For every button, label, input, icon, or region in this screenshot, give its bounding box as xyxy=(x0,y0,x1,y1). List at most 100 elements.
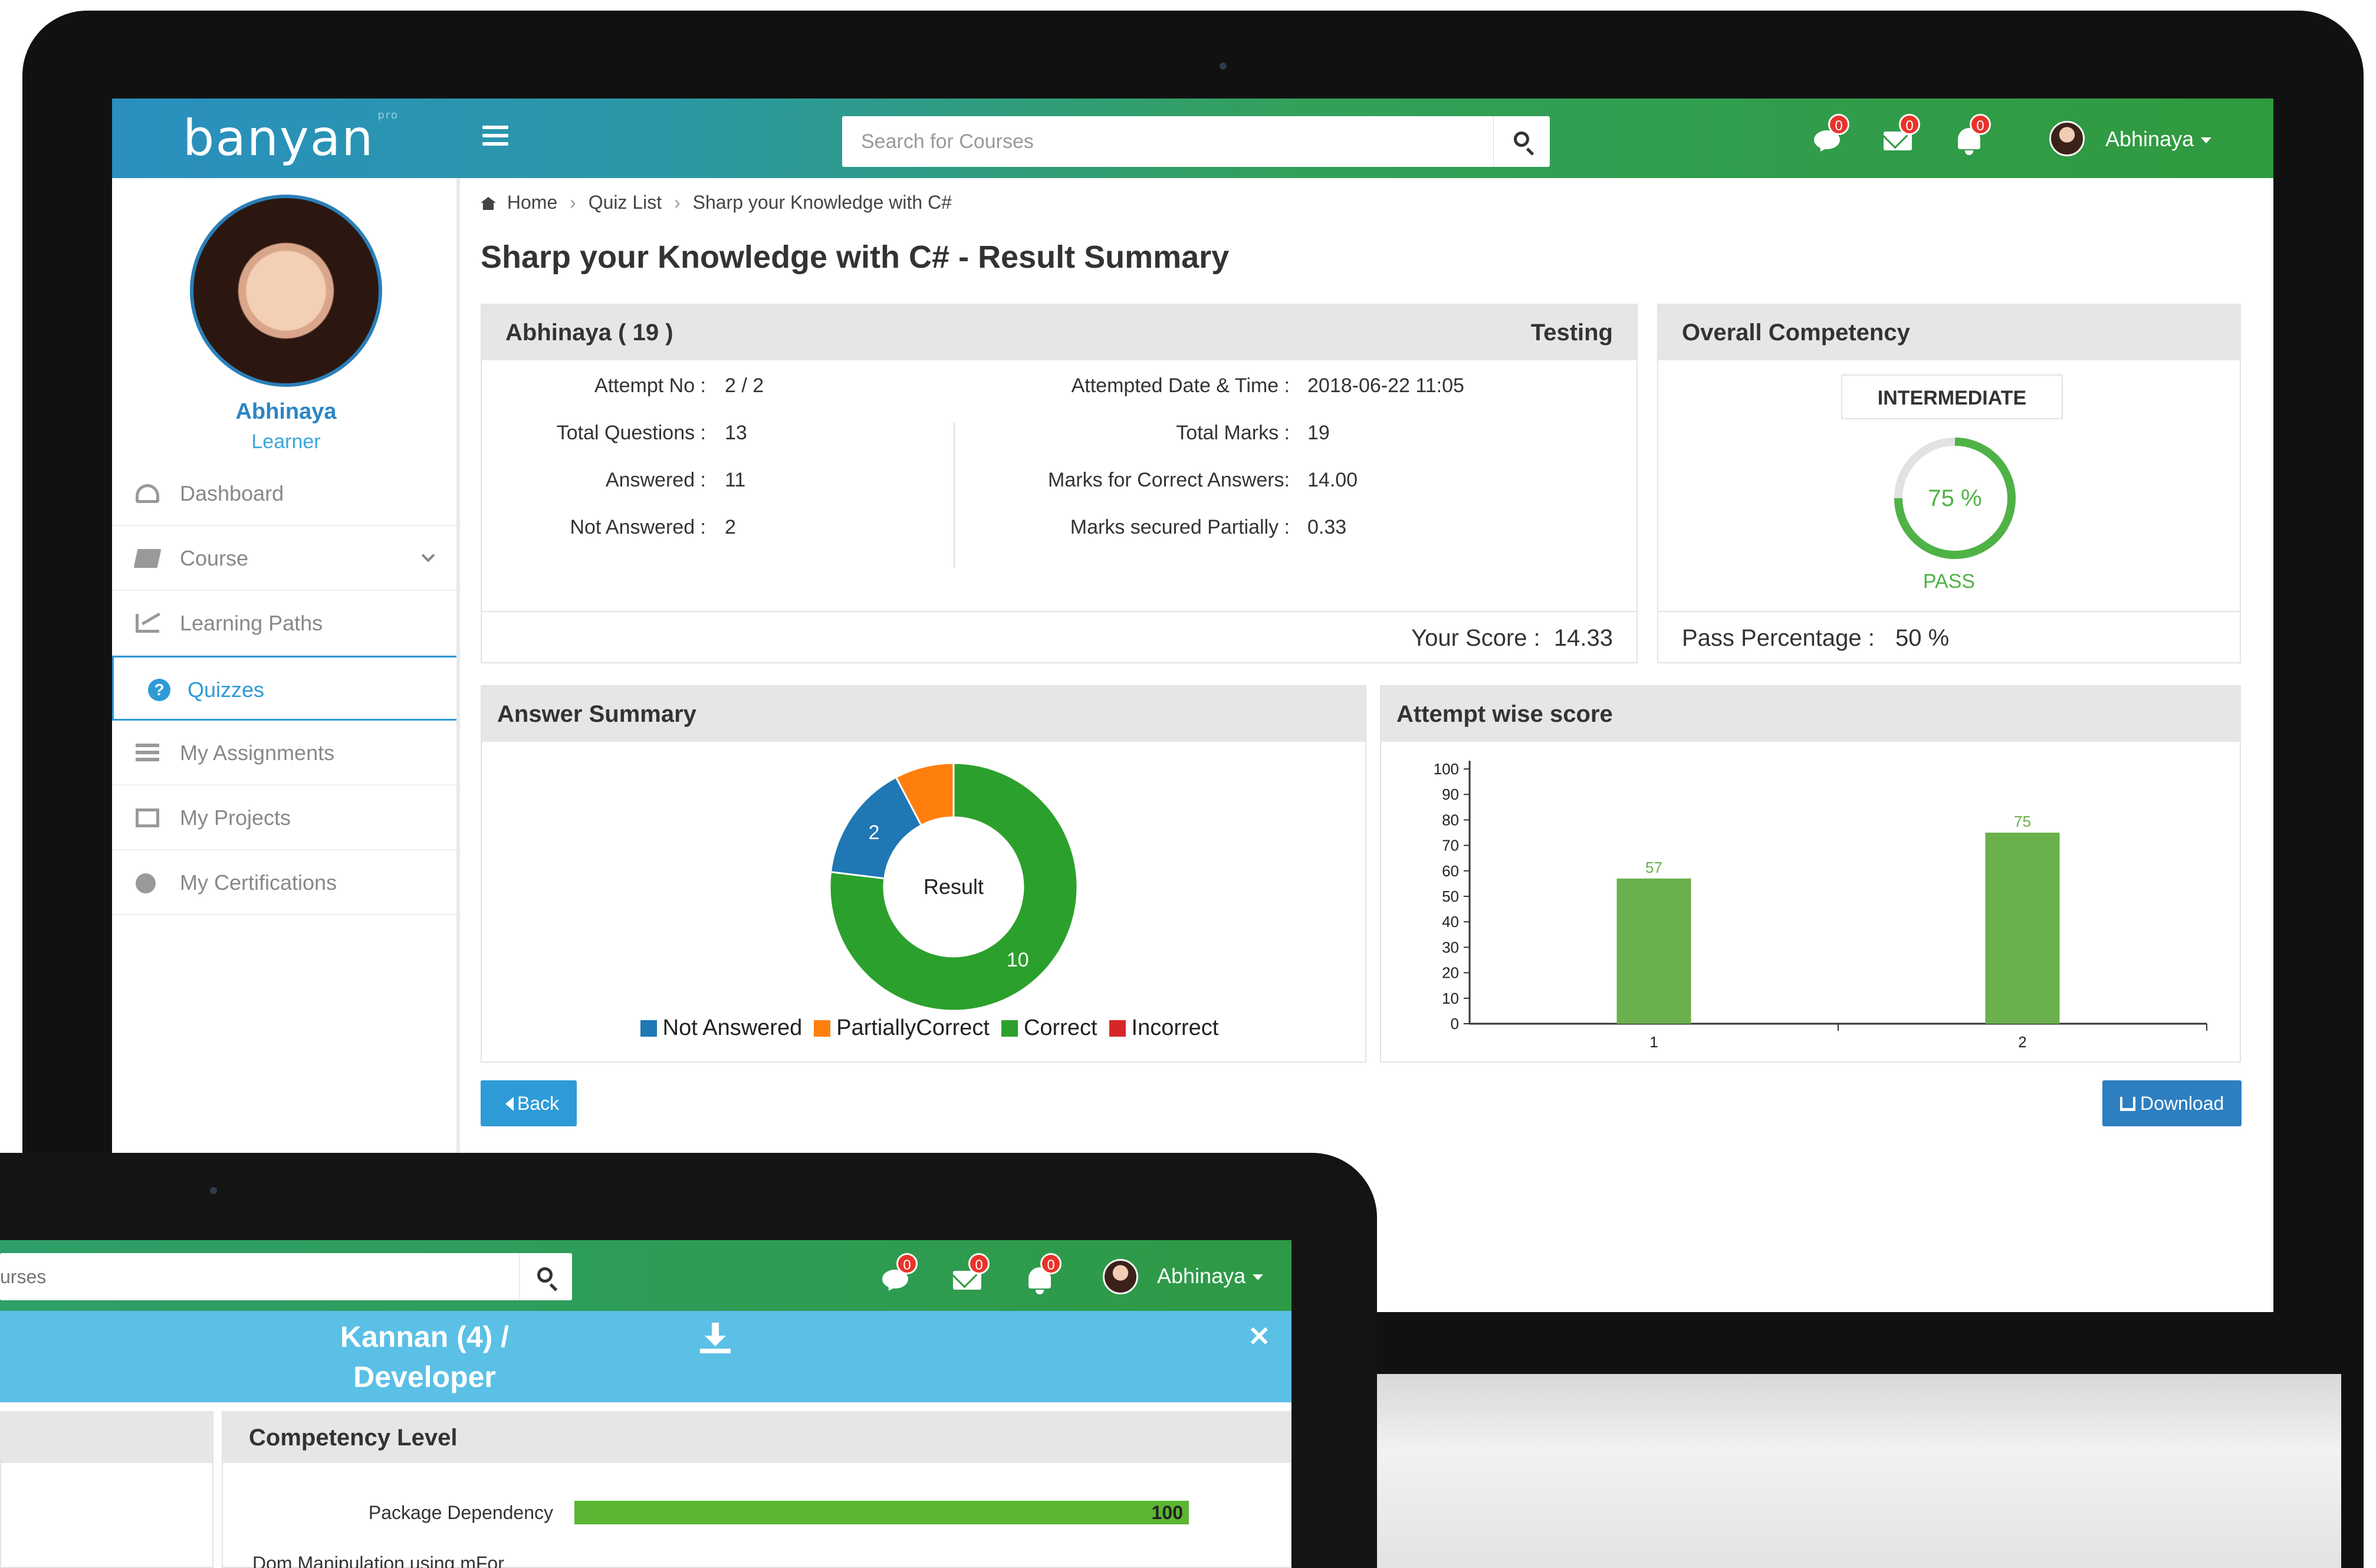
bell-badge: 0 xyxy=(1040,1253,1062,1274)
profile-photo xyxy=(190,195,382,387)
legend-label[interactable]: Incorrect xyxy=(1132,1015,1219,1040)
partial-marks-value: 0.33 xyxy=(1307,516,1347,538)
x-tick-label: 2 xyxy=(2018,1033,2026,1051)
monitor-camera xyxy=(1220,63,1227,70)
legend-swatch xyxy=(814,1020,831,1037)
laptop-search-input[interactable] xyxy=(0,1253,519,1300)
laptop-mail-button[interactable]: 0 xyxy=(951,1253,990,1294)
y-tick-label: 50 xyxy=(1442,887,1459,905)
not-answered-label: Not Answered : xyxy=(570,516,706,538)
user-avatar[interactable] xyxy=(2049,121,2085,156)
sidebar: Abhinaya Learner Dashboard Course Learni… xyxy=(112,178,460,1312)
line-chart-icon xyxy=(136,614,159,633)
download-button[interactable]: Download xyxy=(2102,1080,2242,1126)
competency-level: INTERMEDIATE xyxy=(1841,374,2063,419)
close-icon[interactable]: ✕ xyxy=(1248,1320,1271,1352)
sidebar-item-label: Course xyxy=(180,546,249,570)
user-menu[interactable]: Abhinaya xyxy=(2105,127,2212,152)
modal-title: Kannan (4) / Developer xyxy=(277,1317,572,1397)
list-icon xyxy=(136,744,159,762)
laptop-search-box xyxy=(0,1253,572,1300)
y-tick-label: 70 xyxy=(1442,837,1459,854)
pass-percentage: Pass Percentage : 50 % xyxy=(1682,625,1949,652)
sidebar-item-my-assignments[interactable]: My Assignments xyxy=(112,721,456,785)
competency-result: PASS xyxy=(1923,570,1976,593)
bar-attempt-1 xyxy=(1616,878,1691,1024)
bell-notifications-button[interactable]: 0 xyxy=(1952,114,1991,155)
search-input[interactable] xyxy=(842,116,1491,167)
desktop-screen: banyanpro 0 0 0 Abhinaya Abhinaya Learne… xyxy=(112,98,2273,1312)
chat-notifications-button[interactable]: 0 xyxy=(1810,114,1849,155)
laptop-user-menu[interactable]: Abhinaya xyxy=(1157,1264,1264,1288)
sidebar-item-course[interactable]: Course xyxy=(112,526,456,591)
sidebar-item-learning-paths[interactable]: Learning Paths xyxy=(112,591,456,656)
sidebar-item-label: My Assignments xyxy=(180,741,335,765)
user-name: Abhinaya xyxy=(2105,127,2194,151)
score-bar: Your Score : 14.33 xyxy=(482,611,1636,664)
pass-percentage-value: 50 % xyxy=(1895,625,1950,651)
dashboard-icon xyxy=(136,484,159,503)
donut-data-label: 2 xyxy=(869,821,880,844)
laptop-left-panel xyxy=(0,1411,213,1568)
home-icon xyxy=(481,197,496,210)
not-answered-value: 2 xyxy=(725,516,736,538)
laptop-modal-header: Kannan (4) / Developer ✕ xyxy=(0,1311,1291,1402)
laptop-bell-button[interactable]: 0 xyxy=(1023,1253,1062,1294)
mail-badge: 0 xyxy=(1899,114,1920,135)
partial-marks-label: Marks secured Partially : xyxy=(1070,516,1290,538)
competency-title: Overall Competency xyxy=(1658,305,2240,360)
summary-header: Abhinaya ( 19 ) Testing xyxy=(482,305,1636,360)
breadcrumb-home[interactable]: Home xyxy=(507,192,557,213)
profile-role: Learner xyxy=(251,430,321,453)
legend-swatch xyxy=(640,1020,657,1037)
quiz-category: Testing xyxy=(1530,320,1613,346)
total-questions-value: 13 xyxy=(725,422,747,444)
attempt-bar-chart: 0 10 20 30 40 50 60 70 80 90 100 57 1 75 2 xyxy=(1434,760,2207,1051)
user-name: Abhinaya xyxy=(1157,1264,1246,1288)
banyan-logo[interactable]: banyan pro xyxy=(183,109,399,167)
search-button[interactable] xyxy=(1493,116,1550,167)
sidebar-item-label: My Certifications xyxy=(180,870,337,895)
sidebar-item-my-projects[interactable]: My Projects xyxy=(112,785,456,850)
y-tick-label: 40 xyxy=(1442,913,1459,931)
breadcrumb-separator: › xyxy=(674,192,681,213)
download-icon[interactable] xyxy=(698,1320,733,1356)
logo-suffix: pro xyxy=(377,109,399,121)
sidebar-item-my-certifications[interactable]: My Certifications xyxy=(112,850,456,915)
bar-attempt-2 xyxy=(1985,833,2060,1024)
y-tick-label: 60 xyxy=(1442,862,1459,880)
correct-marks-value: 14.00 xyxy=(1307,469,1358,491)
hamburger-menu-icon[interactable] xyxy=(482,126,508,148)
laptop-user-avatar[interactable] xyxy=(1103,1259,1138,1294)
answer-summary-title: Answer Summary xyxy=(482,686,1365,742)
your-score: Your Score : 14.33 xyxy=(1411,625,1613,652)
modal-title-line2: Developer xyxy=(353,1360,496,1393)
mail-notifications-button[interactable]: 0 xyxy=(1881,114,1920,155)
sidebar-item-quizzes[interactable]: ? Quizzes xyxy=(112,656,456,721)
y-tick-label: 90 xyxy=(1442,785,1459,803)
laptop-search-button[interactable] xyxy=(519,1253,572,1300)
summary-row: Not Answered : 2 Marks secured Partially… xyxy=(482,516,1638,540)
sidebar-item-dashboard[interactable]: Dashboard xyxy=(112,461,456,526)
answer-donut-chart: 2 10 Result xyxy=(829,762,1079,1012)
sidebar-item-label: My Projects xyxy=(180,806,291,830)
breadcrumb-quiz-list[interactable]: Quiz List xyxy=(589,192,662,213)
top-navbar: banyanpro 0 0 0 Abhinaya xyxy=(112,98,2273,178)
mail-badge: 0 xyxy=(968,1253,990,1274)
logo-text: banyan xyxy=(183,109,374,167)
competency-progress-fill: 100 xyxy=(574,1501,1189,1524)
attempted-date-label: Attempted Date & Time : xyxy=(1071,374,1290,397)
projects-icon xyxy=(136,808,159,827)
back-button[interactable]: Back xyxy=(481,1080,577,1126)
legend-label[interactable]: PartiallyCorrect xyxy=(836,1015,990,1040)
legend-label[interactable]: Not Answered xyxy=(663,1015,803,1040)
legend-label[interactable]: Correct xyxy=(1024,1015,1097,1040)
attempt-score-title: Attempt wise score xyxy=(1381,686,2240,742)
laptop-chat-button[interactable]: 0 xyxy=(879,1253,918,1294)
total-marks-label: Total Marks : xyxy=(1176,422,1290,444)
learner-name: Abhinaya ( 19 ) xyxy=(505,320,673,346)
competency-row-label: Package Dependency xyxy=(368,1502,553,1523)
breadcrumb: Home › Quiz List › Sharp your Knowledge … xyxy=(481,192,952,213)
competency-level-title: Competency Level xyxy=(223,1412,1290,1463)
sidebar-item-label: Quizzes xyxy=(188,678,265,702)
